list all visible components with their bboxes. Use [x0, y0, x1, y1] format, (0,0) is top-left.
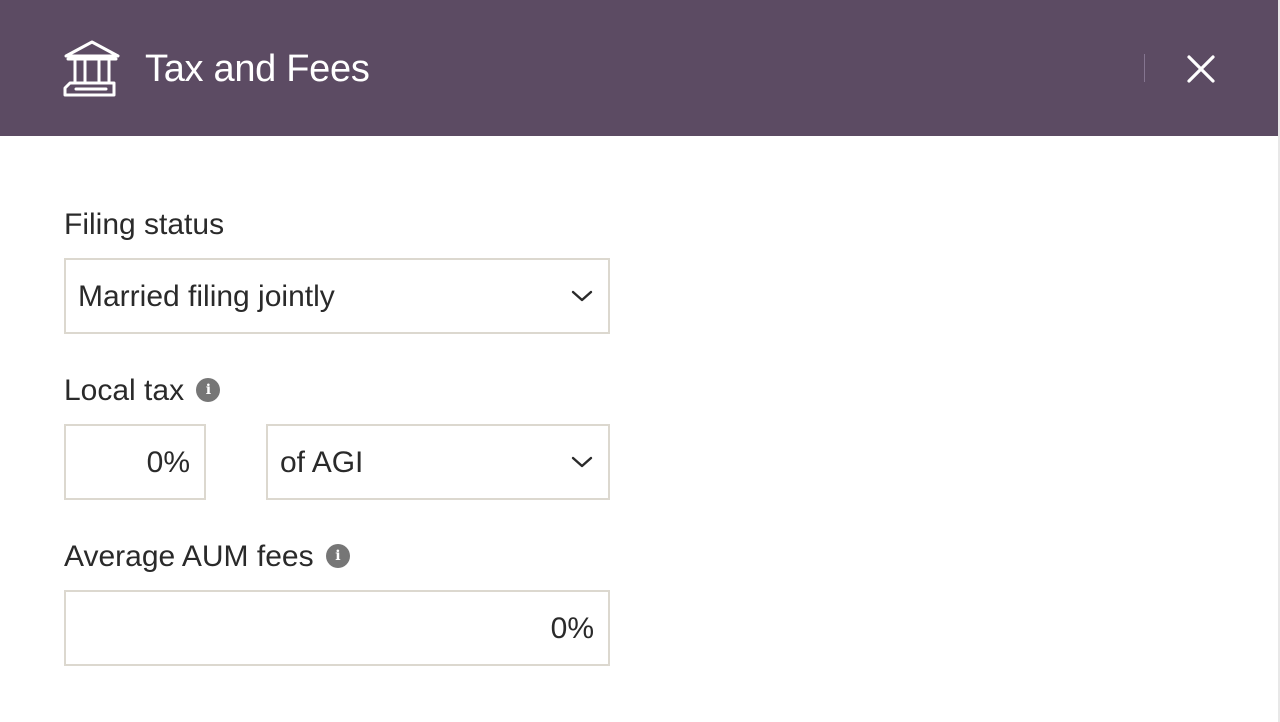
close-button[interactable]: [1180, 48, 1222, 90]
modal-header: Tax and Fees: [0, 0, 1278, 136]
local-tax-label-text: Local tax: [64, 374, 185, 407]
aum-fees-label-text: Average AUM fees: [64, 540, 314, 573]
filing-status-select[interactable]: Married filing jointly: [64, 258, 610, 334]
local-tax-percent-input[interactable]: 0%: [64, 424, 206, 500]
close-icon: [1187, 55, 1215, 83]
filing-status-selected-value: Married filing jointly: [78, 280, 335, 313]
local-tax-label: Local tax i: [64, 373, 221, 409]
aum-fees-label: Average AUM fees i: [64, 539, 350, 575]
chevron-down-icon: [571, 290, 593, 302]
aum-fees-value: 0%: [550, 612, 594, 645]
local-tax-basis-selected-value: of AGI: [280, 446, 364, 479]
aum-fees-input[interactable]: 0%: [64, 590, 610, 666]
filing-status-label: Filing status: [64, 208, 225, 241]
aum-fees-info-icon[interactable]: i: [325, 544, 350, 569]
local-tax-value: 0%: [146, 446, 190, 479]
local-tax-basis-select[interactable]: of AGI: [266, 424, 610, 500]
local-tax-info-icon[interactable]: i: [196, 378, 221, 403]
bank-icon: [63, 40, 120, 97]
modal-title: Tax and Fees: [145, 48, 370, 90]
chevron-down-icon: [571, 456, 593, 468]
header-divider: [1144, 54, 1145, 82]
